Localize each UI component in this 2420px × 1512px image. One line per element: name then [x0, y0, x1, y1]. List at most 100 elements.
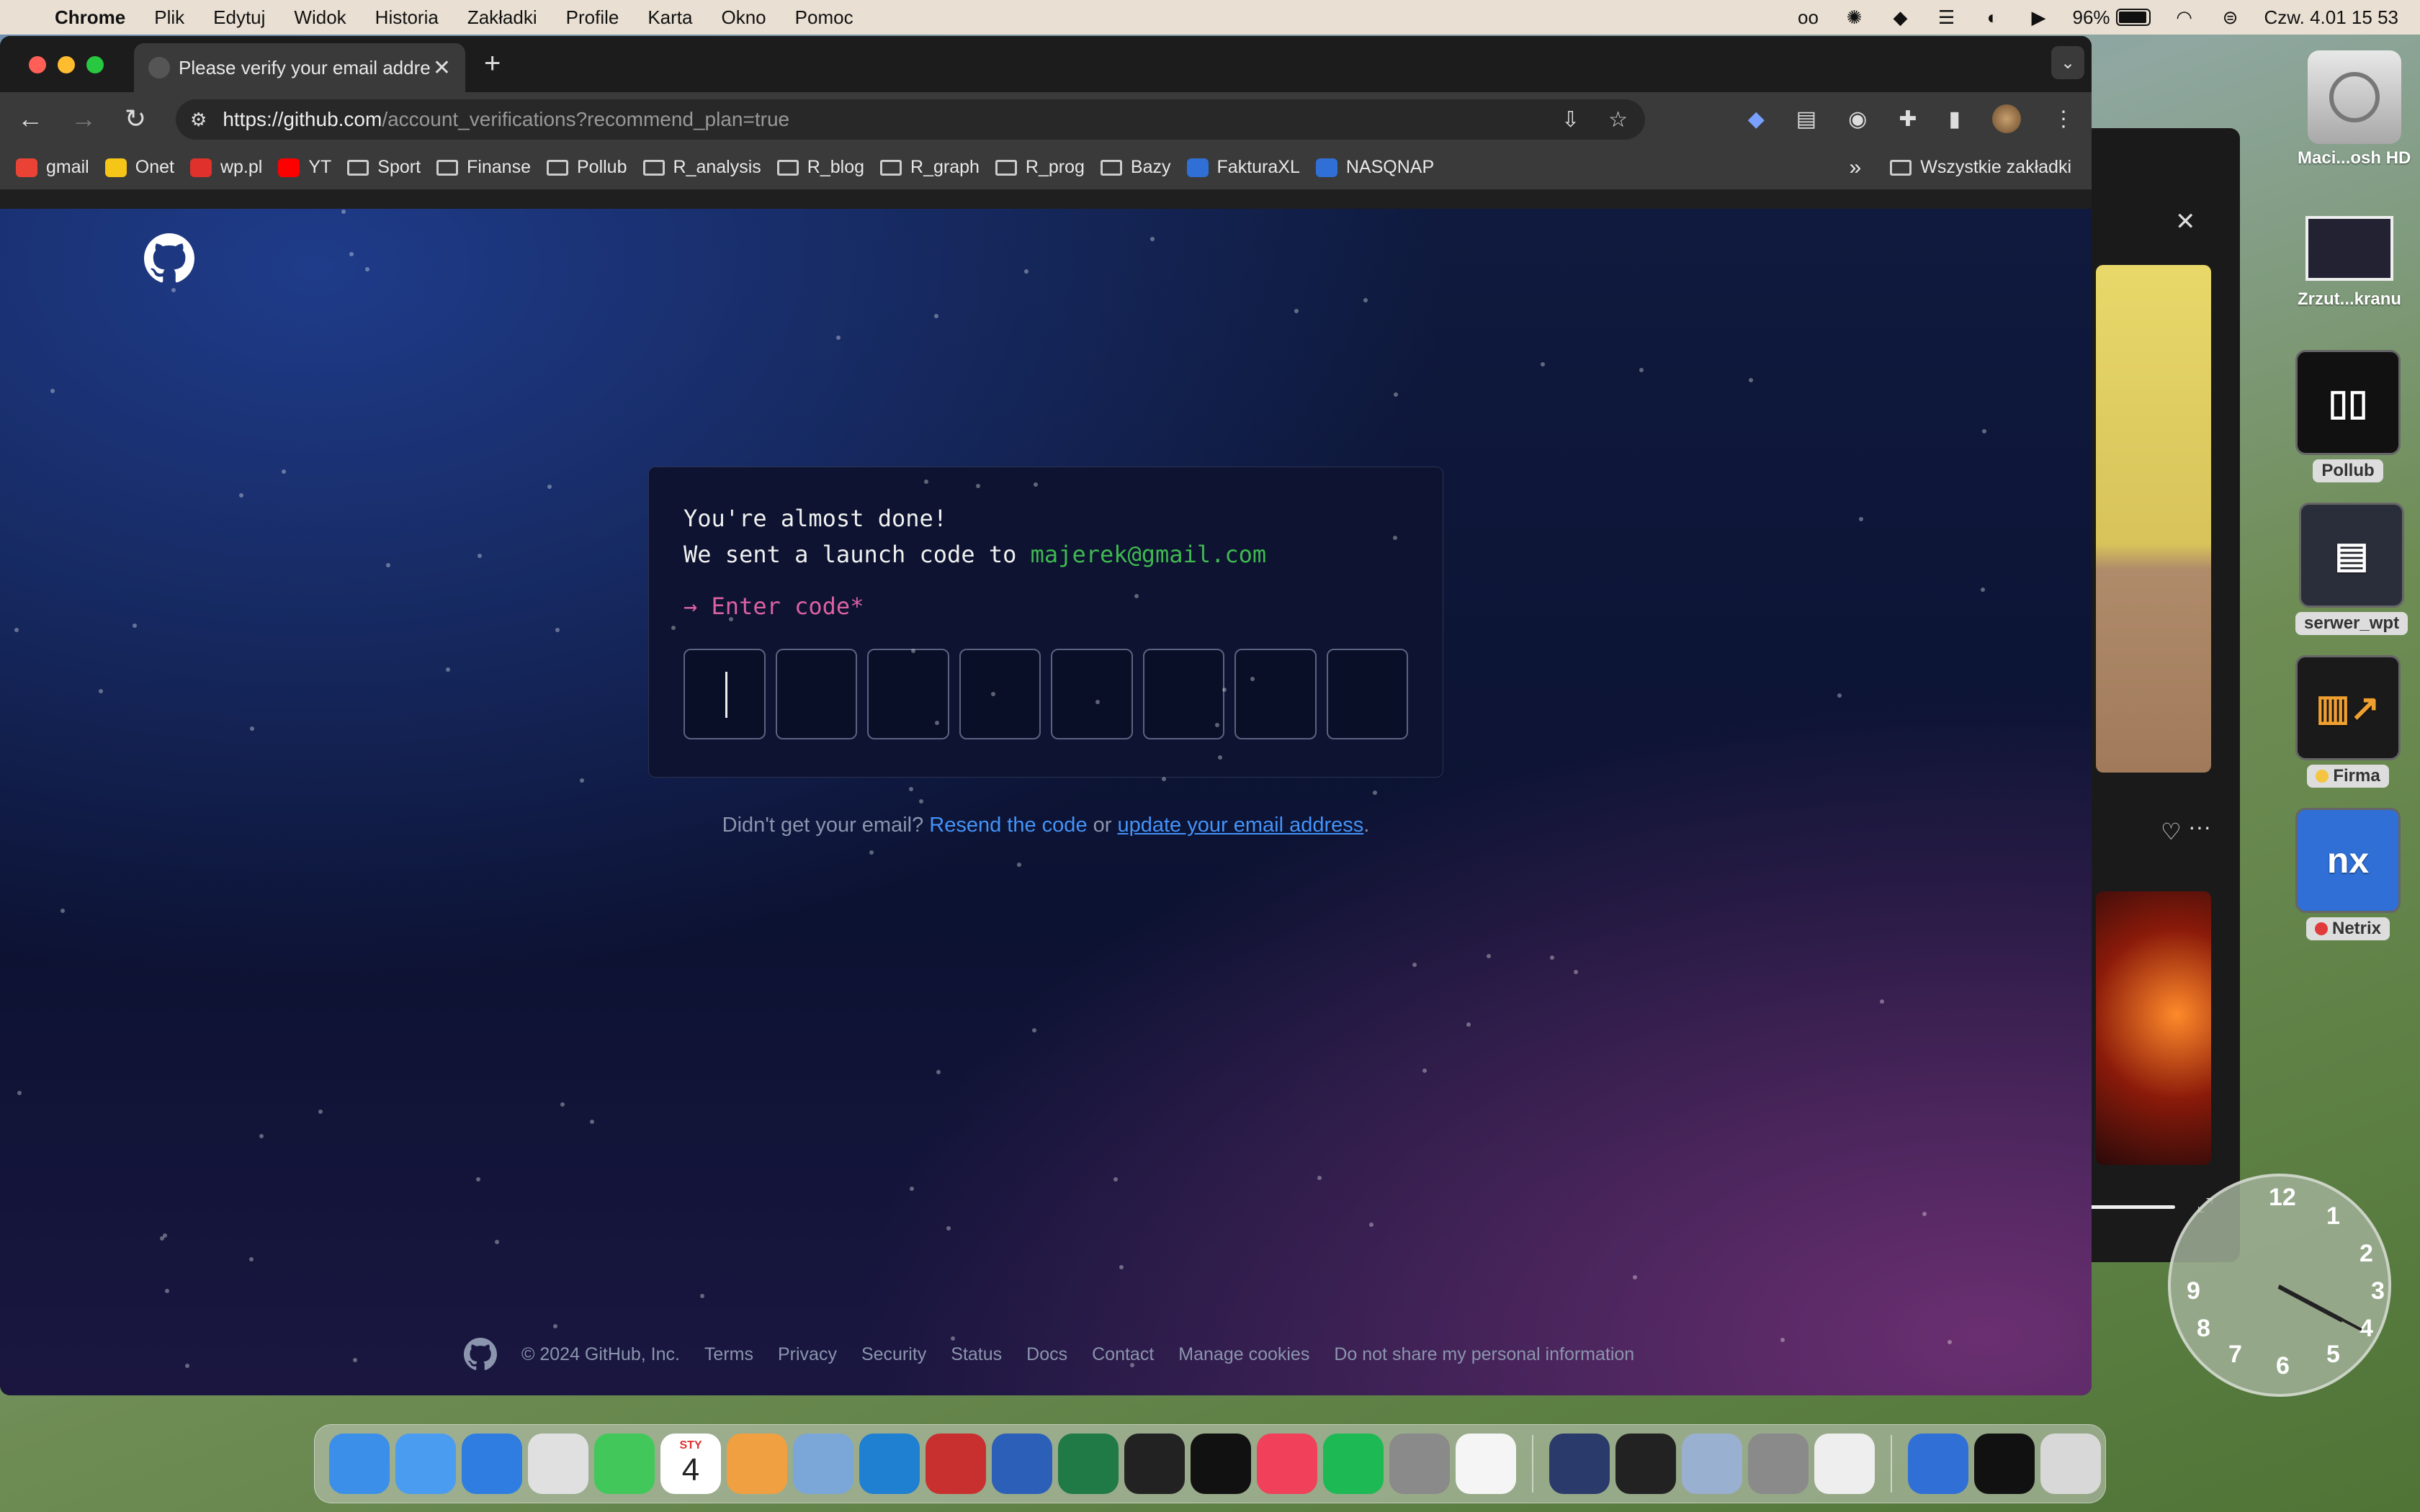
reload-button[interactable]: ↻ — [114, 104, 157, 134]
more-bookmarks-icon[interactable]: » — [1850, 156, 1862, 180]
pollub-icon[interactable] — [1974, 1434, 2035, 1494]
forward-button[interactable]: → — [62, 104, 105, 134]
menu-item-profile[interactable]: Profile — [566, 6, 619, 29]
finder-icon[interactable] — [329, 1434, 390, 1494]
settings-icon[interactable] — [1389, 1434, 1450, 1494]
code-digit-input[interactable] — [1051, 649, 1133, 739]
chatgpt-icon[interactable] — [1456, 1434, 1516, 1494]
update-email-link[interactable]: update your email address — [1117, 814, 1363, 837]
desktop-drive[interactable]: Maci...osh HD — [2298, 50, 2411, 168]
rstudio-icon[interactable] — [793, 1434, 853, 1494]
footer-link-docs[interactable]: Docs — [1026, 1344, 1067, 1365]
extensions-puzzle-icon[interactable]: ✚ — [1899, 107, 1917, 132]
spotify-icon[interactable] — [1323, 1434, 1384, 1494]
battery-indicator[interactable]: 96% — [2072, 6, 2151, 29]
bookmark-nasqnap[interactable]: NASQNAP — [1315, 157, 1434, 178]
address-bar[interactable]: ⚙ https://github.com/account_verificatio… — [176, 99, 1645, 140]
word-icon[interactable] — [992, 1434, 1052, 1494]
code-digit-input[interactable] — [867, 649, 949, 739]
menu-item-pomoc[interactable]: Pomoc — [795, 6, 853, 29]
control-center-icon[interactable]: ⊜ — [2218, 6, 2243, 28]
openai-icon[interactable]: ✺ — [1842, 6, 1866, 28]
bookmark-wp-pl[interactable]: wp.pl — [189, 157, 262, 178]
bookmark-r-analysis[interactable]: R_analysis — [642, 157, 761, 178]
glasses-icon[interactable]: oo — [1796, 6, 1820, 28]
tab-close-icon[interactable]: ✕ — [433, 55, 451, 81]
mail-icon[interactable] — [395, 1434, 456, 1494]
music-icon[interactable] — [1257, 1434, 1317, 1494]
bookmark-bazy[interactable]: Bazy — [1100, 157, 1171, 178]
footer-link-status[interactable]: Status — [951, 1344, 1002, 1365]
code-digit-input[interactable] — [1142, 649, 1224, 739]
menu-item-historia[interactable]: Historia — [375, 6, 439, 29]
minimize-window-button[interactable] — [58, 56, 75, 73]
textedit-icon[interactable] — [1814, 1434, 1875, 1494]
menu-item-edytuj[interactable]: Edytuj — [213, 6, 265, 29]
desktop-item-netrix[interactable]: nx Netrix — [2295, 808, 2401, 940]
menubar-clock[interactable]: Czw. 4.01 15 53 — [2264, 6, 2398, 29]
new-tab-button[interactable]: + — [484, 48, 501, 80]
excel-icon[interactable] — [1058, 1434, 1119, 1494]
play-icon[interactable]: ▶ — [2026, 6, 2051, 28]
code-digit-input[interactable] — [959, 649, 1041, 739]
netrix-icon[interactable] — [1908, 1434, 1968, 1494]
heart-icon[interactable]: ♡ — [2161, 818, 2182, 845]
vscode-icon[interactable] — [859, 1434, 920, 1494]
photos-icon[interactable] — [727, 1434, 787, 1494]
menu-item-plik[interactable]: Plik — [154, 6, 184, 29]
menu-item-okno[interactable]: Okno — [722, 6, 766, 29]
install-app-icon[interactable]: ⇩ — [1561, 107, 1579, 132]
extension-shield-icon[interactable]: ◆ — [1748, 107, 1765, 132]
code-digit-input[interactable] — [1234, 649, 1317, 739]
desktop-item-pollub[interactable]: ▯▯ Pollub — [2295, 350, 2401, 482]
menu-item-karta[interactable]: Karta — [647, 6, 692, 29]
resend-code-link[interactable]: Resend the code — [929, 814, 1087, 837]
footer-link-privacy[interactable]: Privacy — [778, 1344, 837, 1365]
bookmark-r-blog[interactable]: R_blog — [776, 157, 864, 178]
trash-icon[interactable] — [2040, 1434, 2101, 1494]
zotero-icon[interactable] — [926, 1434, 986, 1494]
bookmark-yt[interactable]: YT — [278, 157, 331, 178]
desktop-item-serwer[interactable]: ▤ serwer_wpt — [2295, 503, 2408, 635]
github-logo-icon[interactable] — [144, 233, 194, 284]
tex-icon[interactable] — [1748, 1434, 1809, 1494]
messages-icon[interactable] — [594, 1434, 655, 1494]
tab-github-verify[interactable]: Please verify your email addre ✕ — [134, 43, 465, 92]
bookmark-r-prog[interactable]: R_prog — [995, 157, 1085, 178]
desktop-item-firma[interactable]: ▥↗ Firma — [2295, 655, 2401, 788]
tab-search-button[interactable]: ⌄ — [2051, 46, 2084, 79]
chrome-menu-icon[interactable]: ⋮ — [2053, 107, 2074, 132]
side-panel-icon[interactable]: ▮ — [1948, 107, 1960, 132]
bookmark-sport[interactable]: Sport — [347, 157, 421, 178]
github-footer-logo-icon[interactable] — [464, 1338, 497, 1371]
wifi-icon[interactable]: ◠ — [2172, 6, 2197, 28]
extension-password-icon[interactable]: ◉ — [1848, 107, 1867, 132]
bookmark-pollub[interactable]: Pollub — [547, 157, 627, 178]
code-digit-input[interactable] — [1326, 649, 1408, 739]
preview-icon[interactable] — [1682, 1434, 1742, 1494]
calendar-icon[interactable]: STY 4 — [660, 1434, 721, 1494]
bookmark-star-icon[interactable]: ☆ — [1608, 107, 1628, 132]
safari-icon[interactable] — [462, 1434, 522, 1494]
terminal-icon[interactable] — [1124, 1434, 1185, 1494]
menu-item-zakladki[interactable]: Zakładki — [467, 6, 537, 29]
footer-link-do-not-share[interactable]: Do not share my personal information — [1334, 1344, 1634, 1365]
vpn-icon[interactable] — [1549, 1434, 1610, 1494]
bookmark-fakturaxl[interactable]: FakturaXL — [1186, 157, 1300, 178]
close-icon[interactable]: ✕ — [2175, 207, 2196, 236]
bookmark-onet[interactable]: Onet — [104, 157, 174, 178]
zoom-window-button[interactable] — [86, 56, 104, 73]
bookmark-gmail[interactable]: gmail — [16, 157, 89, 178]
site-info-icon[interactable]: ⚙ — [190, 109, 207, 131]
chrome-icon[interactable] — [528, 1434, 588, 1494]
code-digit-input[interactable] — [684, 649, 766, 739]
lock-status-icon[interactable]: ◐ — [1980, 6, 2004, 28]
activity-monitor-icon[interactable] — [1615, 1434, 1676, 1494]
all-bookmarks-folder[interactable]: Wszystkie zakładki — [1890, 157, 2071, 178]
footer-link-terms[interactable]: Terms — [704, 1344, 753, 1365]
bookmark-r-graph[interactable]: R_graph — [880, 157, 980, 178]
footer-link-manage-cookies[interactable]: Manage cookies — [1178, 1344, 1309, 1365]
more-icon[interactable]: ··· — [2188, 814, 2211, 840]
bookmark-finanse[interactable]: Finanse — [436, 157, 531, 178]
vpn-status-icon[interactable]: ◆ — [1888, 6, 1912, 28]
